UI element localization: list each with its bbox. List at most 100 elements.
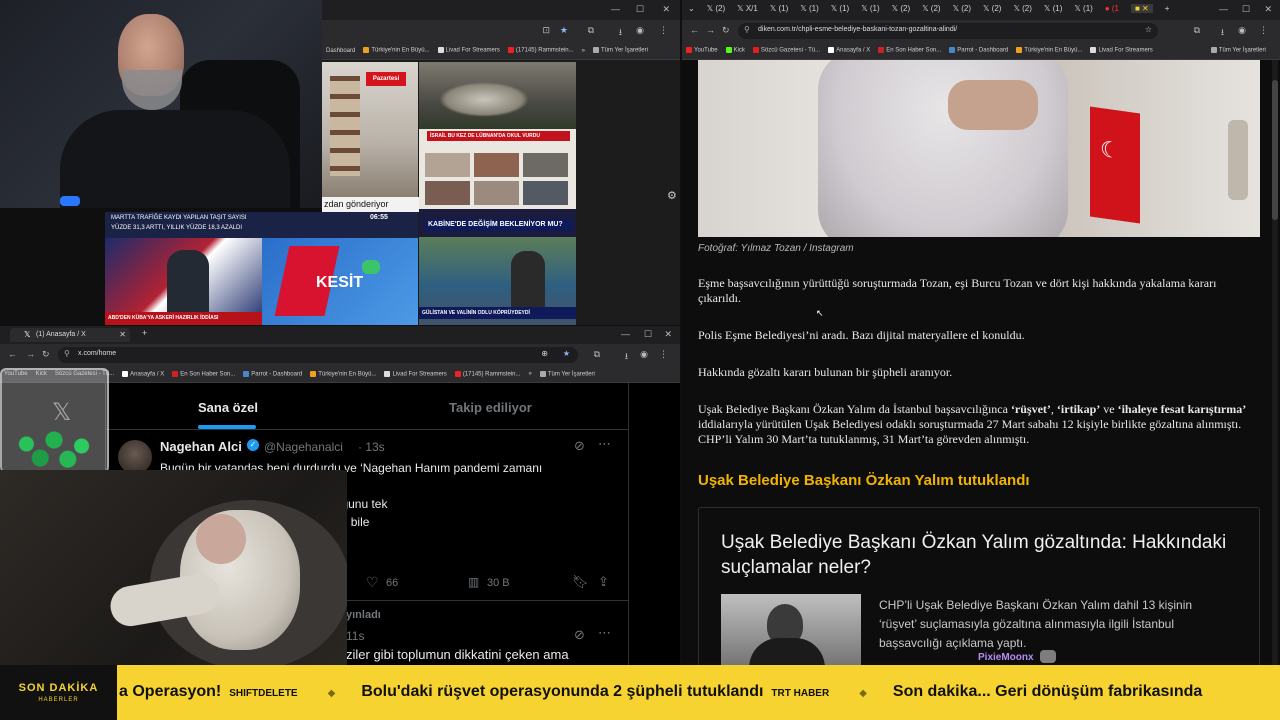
download-icon[interactable]: ⭳ xyxy=(619,25,622,41)
tab-x[interactable]: 𝕏 (2) xyxy=(922,4,940,13)
minimize-icon[interactable]: — xyxy=(611,4,620,14)
thumbnail-cuba-usa[interactable]: ABD'DEN KÜBA'YA ASKERİ HAZIRLIK İDDİASI xyxy=(105,238,262,325)
thumbnail-israel-news[interactable]: İSRAİL BU KEZ DE LÜBNAN'DA OKUL VURDU xyxy=(419,129,576,209)
like-heart-icon[interactable]: ♡ xyxy=(366,574,379,591)
tweet-handle[interactable]: @Nagehanalci xyxy=(264,440,343,454)
bookmark-item[interactable]: Parrot - Dashboard xyxy=(243,370,302,377)
scrollbar-thumb[interactable] xyxy=(1272,80,1278,220)
bookmark-star-icon[interactable]: ★ xyxy=(563,349,570,358)
extensions-icon[interactable]: ⧉ xyxy=(1194,25,1200,36)
minimize-icon[interactable]: — xyxy=(1219,4,1228,14)
thumbnail-cabinet[interactable]: KABİNE'DE DEĞİŞİM BEKLENİYOR MU? xyxy=(419,209,576,237)
menu-icon[interactable]: ⋮ xyxy=(1259,25,1268,36)
bookmark-item[interactable]: (17145) Rammstein... xyxy=(507,47,574,54)
bookmark-item[interactable]: Kick xyxy=(725,47,745,54)
bookmark-item[interactable]: Türkiye'nin En Büyü... xyxy=(1016,47,1082,54)
url-text[interactable]: x.com/home xyxy=(78,350,116,357)
tab-list-icon[interactable]: ⌄ xyxy=(688,4,695,13)
section-heading[interactable]: Uşak Belediye Başkanı Özkan Yalım tutukl… xyxy=(698,472,1030,489)
download-icon[interactable]: ⭳ xyxy=(625,349,628,365)
tweet-author-name[interactable]: Nagehan Alci xyxy=(160,439,242,454)
bookmark-star-icon[interactable]: ★ xyxy=(560,25,568,36)
tab-x[interactable]: 𝕏 (2) xyxy=(1013,4,1031,13)
profile-icon[interactable]: ◉ xyxy=(1238,25,1246,36)
tweet-time[interactable]: · 13s xyxy=(358,440,385,454)
bookmark-item[interactable]: Türkiye'nin En Büyü... xyxy=(363,47,430,54)
reload-icon[interactable]: ↻ xyxy=(42,349,50,360)
tab-close-icon[interactable]: ✕ xyxy=(119,330,126,339)
zoom-icon[interactable]: ⊕ xyxy=(541,349,548,358)
bookmark-item[interactable]: Parrot - Dashboard xyxy=(949,47,1008,54)
address-bar[interactable]: ⚲ diken.com.tr/chpli-esme-belediye-baska… xyxy=(738,23,1158,39)
close-icon[interactable]: ✕ xyxy=(664,329,672,340)
bookmark-item[interactable]: Livad For Streamers xyxy=(437,47,500,54)
tab-x[interactable]: 𝕏 (2) xyxy=(983,4,1001,13)
tab-following[interactable]: Takip ediliyor xyxy=(367,383,628,429)
menu-icon[interactable]: ⋮ xyxy=(659,349,668,360)
tab-x[interactable]: 𝕏 (2) xyxy=(707,4,725,13)
tab-x[interactable]: 𝕏 (2) xyxy=(892,4,910,13)
close-icon[interactable]: ✕ xyxy=(1264,4,1272,15)
related-article-card[interactable]: Uşak Belediye Başkanı Özkan Yalım gözalt… xyxy=(698,507,1260,665)
thumbnail-traffic-ticker[interactable]: MARTTA TRAFİĞE KAYDI YAPILAN TAŞIT SAYIS… xyxy=(105,212,418,238)
thumbnail-bookshelf[interactable]: Pazartesi xyxy=(322,62,418,197)
bookmark-folder[interactable]: Tüm Yer İşaretleri xyxy=(592,47,648,54)
reload-icon[interactable]: ↻ xyxy=(722,25,730,36)
tab-x[interactable]: 𝕏 (1) xyxy=(831,4,849,13)
more-options-icon[interactable]: ⋯ xyxy=(598,436,611,452)
bookmark-folder[interactable]: Tüm Yer İşaretleri xyxy=(1210,47,1266,54)
bookmark-item[interactable]: Türkiye'nin En Büyü... xyxy=(310,370,376,377)
extensions-icon[interactable]: ⧉ xyxy=(588,25,594,36)
new-tab-icon[interactable]: + xyxy=(1165,4,1170,13)
extensions-icon[interactable]: ⧉ xyxy=(594,349,600,360)
bookmark-item[interactable]: Dashboard xyxy=(326,48,355,54)
bookmark-icon[interactable]: 🔖︎ xyxy=(572,574,589,590)
tab-youtube[interactable]: ● (1 xyxy=(1105,4,1119,13)
site-info-icon[interactable]: ⚲ xyxy=(64,349,70,358)
card-thumbnail[interactable] xyxy=(721,594,861,665)
site-info-icon[interactable]: ⚲ xyxy=(744,25,750,34)
forward-icon[interactable]: → xyxy=(706,25,715,35)
bookmark-item[interactable]: Anasayfa / X xyxy=(828,47,870,54)
avatar[interactable] xyxy=(118,440,152,474)
forward-icon[interactable]: → xyxy=(26,349,35,359)
bookmark-folder[interactable]: Tüm Yer İşaretleri xyxy=(539,370,595,377)
minimize-icon[interactable]: — xyxy=(621,329,630,339)
bookmark-item[interactable]: En Son Haber Son... xyxy=(878,47,941,54)
bookmark-item[interactable]: Sözcü Gazetesi - Tü... xyxy=(752,47,820,54)
bookmarks-more-icon[interactable]: » xyxy=(582,48,585,54)
tab-x[interactable]: 𝕏 (1) xyxy=(1044,4,1062,13)
maximize-icon[interactable]: ☐ xyxy=(636,4,644,15)
card-title[interactable]: Uşak Belediye Başkanı Özkan Yalım gözalt… xyxy=(721,530,1231,580)
share-icon[interactable]: ⇪ xyxy=(598,574,609,590)
url-text[interactable]: diken.com.tr/chpli-esme-belediye-baskani… xyxy=(758,26,957,33)
settings-gear-icon[interactable]: ⚙ xyxy=(667,189,677,202)
thumbnail-kesit[interactable]: KESİT xyxy=(262,238,418,325)
grok-icon[interactable]: ⊘ xyxy=(574,627,585,643)
tab-x[interactable]: 𝕏 (1) xyxy=(861,4,879,13)
bookmark-star-icon[interactable]: ☆ xyxy=(1145,25,1152,34)
bookmark-item[interactable]: Anasayfa / X xyxy=(122,370,164,377)
profile-icon[interactable]: ◉ xyxy=(640,349,648,360)
download-icon[interactable]: ⭳ xyxy=(1221,25,1224,41)
tab-active[interactable]: 𝕏 (1) Anasayfa / X ✕ xyxy=(10,328,130,342)
bookmarks-more-icon[interactable]: » xyxy=(529,371,532,377)
back-icon[interactable]: ← xyxy=(690,25,699,35)
install-icon[interactable]: ⊡ xyxy=(542,25,550,36)
tab-x[interactable]: 𝕏 X/1 xyxy=(737,4,758,13)
thumbnail-bridge[interactable]: GÜLİSTAN VE VALİNİN ODLU KÖPRÜYDEYDİ xyxy=(419,237,576,325)
views-icon[interactable]: ▥ xyxy=(468,575,479,589)
tab-active[interactable]: ■ ✕ xyxy=(1131,4,1153,13)
grok-icon[interactable]: ⊘ xyxy=(574,438,585,454)
bookmark-item[interactable]: En Son Haber Son... xyxy=(172,370,235,377)
profile-icon[interactable]: ◉ xyxy=(636,25,644,36)
maximize-icon[interactable]: ☐ xyxy=(644,329,652,340)
bookmark-item[interactable]: YouTube xyxy=(686,47,718,54)
scrollbar-track[interactable] xyxy=(1272,60,1278,665)
tab-x[interactable]: 𝕏 (1) xyxy=(800,4,818,13)
maximize-icon[interactable]: ☐ xyxy=(1242,4,1250,15)
tab-x[interactable]: 𝕏 (2) xyxy=(953,4,971,13)
tab-for-you[interactable]: Sana özel xyxy=(106,383,367,429)
bookmark-item[interactable]: (17145) Rammstein... xyxy=(454,370,521,377)
thumbnail-smoke[interactable] xyxy=(419,62,576,129)
